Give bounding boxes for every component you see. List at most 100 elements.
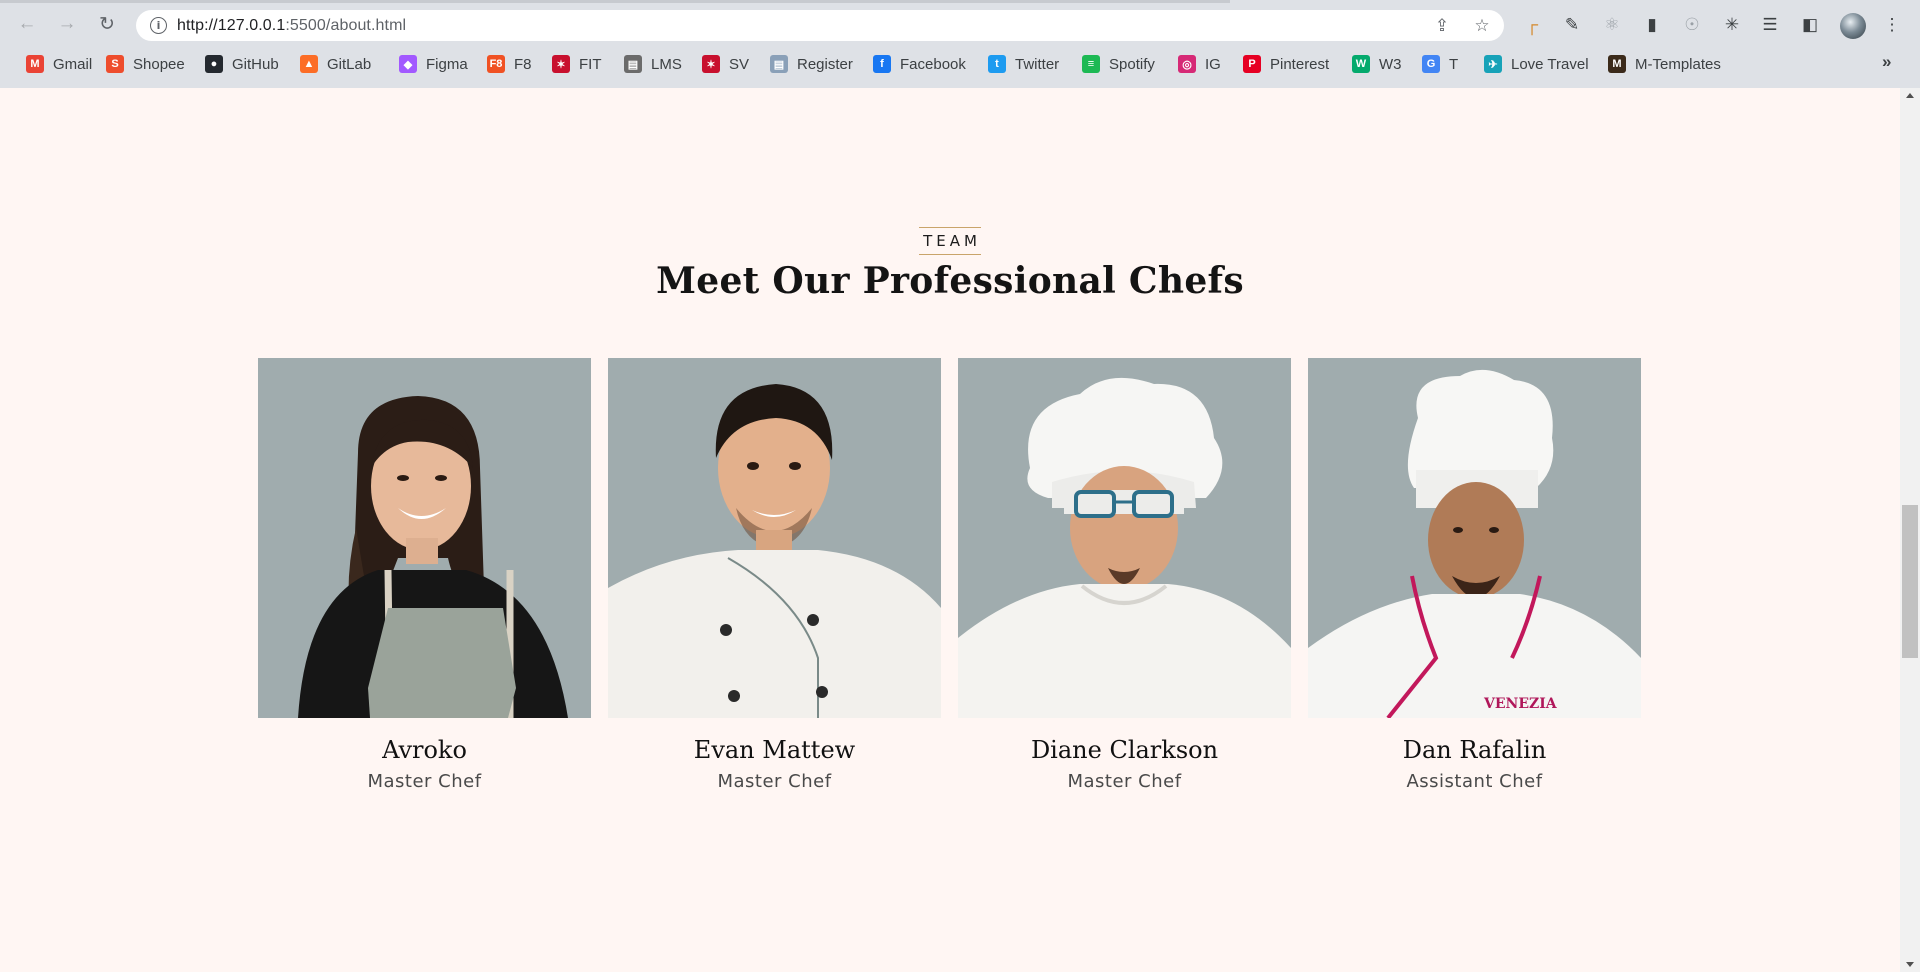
bookmark-love-travel[interactable]: ✈ Love Travel [1484,52,1589,76]
extension-compass-icon[interactable]: ☉ [1680,13,1704,37]
site-info-icon[interactable]: i [150,17,167,34]
section-eyebrow-label: TEAM [919,227,981,255]
chef-name: Avroko [382,736,467,764]
gmail-icon: M [26,55,44,73]
reload-icon[interactable]: ↻ [92,9,122,39]
figma-icon: ◆ [399,55,417,73]
bookmark-label: Spotify [1109,55,1155,73]
extension-ruler-icon[interactable]: ┌ [1520,13,1544,37]
bookmark-label: Facebook [900,55,966,73]
bookmark-gmail[interactable]: M Gmail [26,52,92,76]
bookmark-label: Shopee [133,55,185,73]
chef-role: Master Chef [1067,771,1182,792]
bookmark-label: SV [729,55,750,73]
bookmark-m-templates[interactable]: M M-Templates [1608,52,1721,76]
scroll-up-icon[interactable] [1906,93,1914,98]
lms-icon: ▤ [624,55,642,73]
chef-name: Diane Clarkson [1030,736,1219,764]
shopee-icon: S [106,55,124,73]
browser-toolbar: ← → ↻ i http://127.0.0.1:5500/about.html… [0,4,1920,44]
bookmark-figma[interactable]: ◆ Figma [399,52,468,76]
extensions-puzzle-icon[interactable]: ✳ [1720,13,1744,37]
chef-role: Master Chef [367,771,482,792]
register-icon: ▤ [770,55,788,73]
bookmark-pinterest[interactable]: P Pinterest [1243,52,1329,76]
bookmark-twitter[interactable]: t Twitter [988,52,1059,76]
bookmark-ig[interactable]: ◎ IG [1178,52,1221,76]
bookmark-facebook[interactable]: f Facebook [873,52,966,76]
chef-photo [958,358,1291,718]
bookmark-label: F8 [514,55,532,73]
url-host: http://127.0.0.1 [177,17,286,34]
bookmark-label: IG [1205,55,1221,73]
bookmark-gitlab[interactable]: ▲ GitLab [300,52,371,76]
url-path: :5500/about.html [285,17,407,34]
bookmark-shopee[interactable]: S Shopee [106,52,185,76]
page-content: TEAM Meet Our Professional Chefs Avroko … [0,88,1900,972]
bookmark-label: LMS [651,55,682,73]
chef-role: Master Chef [717,771,832,792]
media-queue-icon[interactable]: ☰ [1758,13,1782,37]
bookmark-label: FIT [579,55,602,73]
extension-eyedropper-icon[interactable]: ✎ [1560,13,1584,37]
fit-icon: ✶ [552,55,570,73]
bookmarks-overflow-icon[interactable]: » [1882,52,1891,72]
bookmark-label: GitHub [232,55,279,73]
url-text[interactable]: http://127.0.0.1:5500/about.html [177,17,406,35]
instagram-icon: ◎ [1178,55,1196,73]
bookmark-label: Gmail [53,55,93,73]
m-templates-icon: M [1608,55,1626,73]
bookmark-label: Register [797,55,853,73]
chef-photo [258,358,591,718]
svg-text:VENEZIA: VENEZIA [1483,696,1558,712]
back-icon[interactable]: ← [12,9,42,39]
twitter-icon: t [988,55,1006,73]
bookmark-label: Love Travel [1511,55,1589,73]
bookmark-f8[interactable]: F8 F8 [487,52,532,76]
bookmark-star-icon[interactable]: ☆ [1470,15,1494,37]
facebook-icon: f [873,55,891,73]
chef-name: Dan Rafalin [1402,736,1547,764]
chef-photo [608,358,941,718]
bookmark-register[interactable]: ▤ Register [770,52,853,76]
bookmark-w3[interactable]: W W3 [1352,52,1402,76]
bookmark-sv[interactable]: ✶ SV [702,52,749,76]
github-icon: ● [205,55,223,73]
bookmark-lms[interactable]: ▤ LMS [624,52,682,76]
scrollbar-thumb[interactable] [1902,505,1918,658]
bookmark-label: W3 [1379,55,1402,73]
bookmark-label: Pinterest [1270,55,1330,73]
bookmark-t[interactable]: GT [1422,52,1458,76]
browser-menu-icon[interactable]: ⋮ [1880,13,1904,37]
bookmark-label: M-Templates [1635,55,1721,73]
chef-photo: VENEZIA [1308,358,1641,718]
chef-name: Evan Mattew [693,736,856,764]
extension-react-icon[interactable]: ⚛ [1600,13,1624,37]
section-heading: Meet Our Professional Chefs [656,260,1244,302]
spotify-icon: ≡ [1082,55,1100,73]
bookmark-label: T [1449,55,1459,73]
bookmark-label: Figma [426,55,468,73]
sv-icon: ✶ [702,55,720,73]
w3schools-icon: W [1352,55,1370,73]
translate-icon: G [1422,55,1440,73]
page-scrollbar[interactable] [1900,88,1920,972]
bookmark-label: GitLab [327,55,372,73]
gitlab-icon: ▲ [300,55,318,73]
profile-avatar[interactable] [1840,13,1866,39]
f8-icon: F8 [487,55,505,73]
love-travel-icon: ✈ [1484,55,1502,73]
browser-chrome: ← → ↻ i http://127.0.0.1:5500/about.html… [0,0,1920,88]
forward-icon[interactable]: → [52,9,82,39]
extension-battery-icon[interactable]: ▮ [1640,13,1664,37]
pinterest-icon: P [1243,55,1261,73]
address-bar[interactable]: i http://127.0.0.1:5500/about.html ⇪ ☆ [136,10,1504,41]
bookmark-spotify[interactable]: ≡ Spotify [1082,52,1155,76]
bookmark-github[interactable]: ● GitHub [205,52,279,76]
bookmark-fit[interactable]: ✶ FIT [552,52,602,76]
chef-role: Assistant Chef [1406,771,1543,792]
side-panel-icon[interactable]: ◧ [1798,13,1822,37]
section-eyebrow: TEAM [0,227,1900,255]
scroll-down-icon[interactable] [1906,962,1914,967]
share-icon[interactable]: ⇪ [1430,15,1454,37]
